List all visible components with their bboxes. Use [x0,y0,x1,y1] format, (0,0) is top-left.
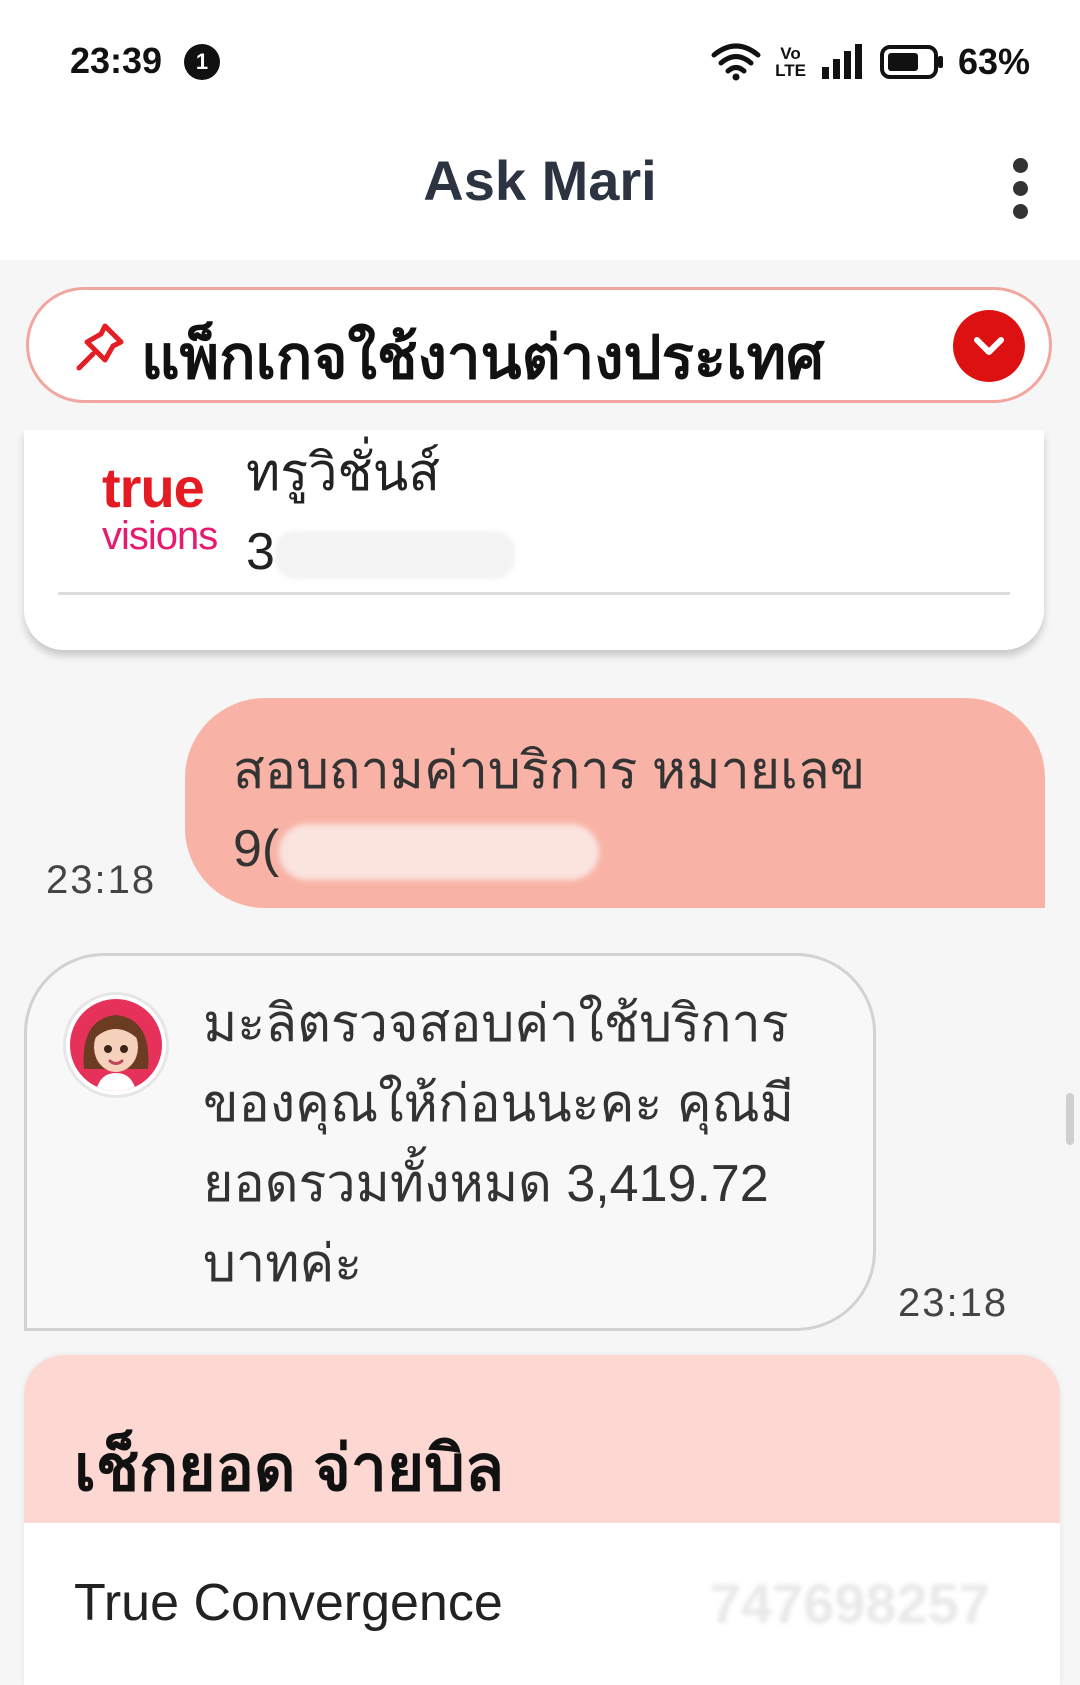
page-title: Ask Mari [423,149,657,212]
account-card[interactable]: true visions ทรูวิชั่นส์ 3 [24,430,1044,650]
user-message-line2: 9( [233,810,1013,888]
pinned-banner[interactable]: แพ็กเกจใช้งานต่างประเทศ [26,287,1052,403]
status-icons: Vo LTE 63% [711,40,1030,84]
user-message-time: 23:18 [46,858,157,902]
more-options-icon[interactable] [1008,158,1032,228]
bot-message-text: มะลิตรวจสอบค่าใช้บริการของคุณให้ก่อนนะคะ… [203,995,795,1293]
battery-percent: 63% [957,41,1030,82]
scrollbar[interactable] [1066,1093,1074,1145]
expand-button[interactable] [953,310,1025,382]
bill-card: เช็กยอด จ่ายบิล True Convergence 7476982… [24,1355,1060,1685]
volte-top-text: Vo [780,44,801,63]
logo-visions-text: visions [102,514,218,558]
account-name: ทรูวิชั่นส์ [246,444,440,502]
bill-account-number: 747698257 [709,1572,990,1635]
account-number: 3 [246,522,515,582]
redacted-number [274,531,515,580]
truevisions-logo: true visions [102,460,242,570]
user-message-line1: สอบถามค่าบริการ หมายเลข [233,742,866,800]
signal-icon [821,44,862,79]
status-time: 23:39 [70,40,163,81]
avatar [63,992,169,1098]
user-number-visible: 9( [233,820,280,878]
pin-icon [76,323,124,371]
logo-true-text: true [102,456,205,519]
user-message-text: สอบถามค่าบริการ หมายเลข 9( [233,732,1013,888]
wifi-icon [711,43,761,81]
notification-badge: 1 [184,44,220,80]
volte-bottom-text: LTE [775,61,806,80]
bill-account-label: True Convergence [74,1574,503,1632]
status-bar: 23:39 1 Vo LTE 63% [0,0,1080,120]
volte-icon: Vo LTE [775,45,806,79]
mari-avatar-icon [70,999,162,1091]
divider [58,592,1010,595]
redacted-number [279,824,600,881]
bill-card-title: เช็กยอด จ่ายบิล [74,1432,505,1504]
app-bar: Ask Mari [0,120,1080,260]
bill-card-header: เช็กยอด จ่ายบิล [24,1355,1060,1523]
bot-message-bubble: มะลิตรวจสอบค่าใช้บริการของคุณให้ก่อนนะคะ… [24,953,876,1331]
chevron-down-icon [974,337,1004,355]
pinned-banner-label: แพ็กเกจใช้งานต่างประเทศ [141,324,825,391]
bill-account-row[interactable]: True Convergence 747698257 [24,1523,1060,1683]
battery-icon [879,45,943,79]
account-number-visible: 3 [246,523,275,581]
user-message-bubble: สอบถามค่าบริการ หมายเลข 9( [185,698,1045,908]
bot-message-time: 23:18 [898,1281,1009,1325]
